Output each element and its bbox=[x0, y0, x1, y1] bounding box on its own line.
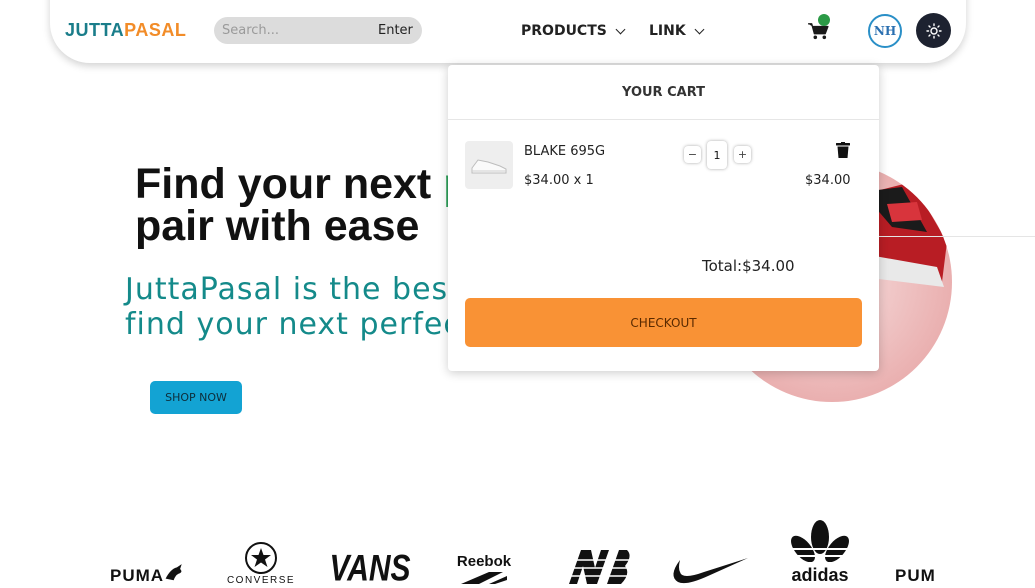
hero-subtitle-line2: find your next perfect bbox=[125, 307, 474, 342]
puma-logo: PUMA bbox=[110, 560, 185, 586]
quantity-decrease-button[interactable]: − bbox=[684, 146, 701, 163]
hero-title: Find your next p pair with ease bbox=[135, 160, 469, 250]
cart-header: YOUR CART bbox=[448, 65, 879, 120]
avatar[interactable]: NH bbox=[868, 14, 902, 48]
logo-part-2: PASAL bbox=[124, 20, 187, 40]
cart-count-badge bbox=[818, 14, 830, 26]
adidas-logo-text: adidas bbox=[791, 565, 849, 585]
sun-icon bbox=[925, 22, 942, 39]
logo-part-1: JUTTA bbox=[65, 20, 125, 40]
theme-toggle-button[interactable] bbox=[916, 13, 951, 48]
trash-icon[interactable] bbox=[836, 142, 850, 158]
sneaker-thumbnail-icon bbox=[471, 159, 507, 174]
adidas-logo: adidas bbox=[776, 519, 864, 586]
cart-item-price-qty: $34.00 x 1 bbox=[524, 173, 594, 188]
search-enter-button[interactable]: Enter bbox=[378, 23, 413, 38]
nike-swoosh-icon bbox=[673, 558, 748, 584]
link-menu[interactable]: LINK bbox=[649, 23, 705, 39]
quantity-value: 1 bbox=[707, 141, 727, 169]
puma-logo-text: PUMA bbox=[110, 566, 165, 585]
products-menu-label: PRODUCTS bbox=[521, 23, 607, 39]
converse-logo: CONVERSE bbox=[222, 541, 300, 586]
new-balance-logo bbox=[560, 548, 632, 586]
puma-cat-icon bbox=[165, 564, 182, 581]
adidas-trefoil-icon bbox=[788, 520, 852, 564]
vans-logo: VANS bbox=[329, 548, 410, 588]
checkout-button[interactable]: CHECKOUT bbox=[465, 298, 862, 347]
puma-logo-repeat: PUMA bbox=[895, 560, 936, 586]
new-balance-nb-icon bbox=[561, 550, 631, 584]
brand-logos-row: PUMA CONVERSE VANS Reebok adidas PUM bbox=[100, 518, 936, 588]
converse-logo-text: CONVERSE bbox=[226, 575, 296, 586]
puma-logo-text: PUMA bbox=[895, 566, 936, 585]
cart-item-name: BLAKE 695G bbox=[524, 144, 606, 159]
cart-item-line-total: $34.00 bbox=[805, 173, 851, 188]
chevron-down-icon bbox=[694, 24, 705, 34]
reebok-vector-icon bbox=[461, 572, 507, 584]
hero-title-line2: pair with ease bbox=[135, 202, 420, 250]
search-bar: Enter bbox=[214, 17, 422, 44]
hero-title-line1: Find your next bbox=[135, 160, 444, 208]
search-input[interactable] bbox=[214, 23, 374, 38]
reebok-logo: Reebok bbox=[450, 553, 518, 586]
quantity-increase-button[interactable]: + bbox=[734, 146, 751, 163]
hero-subtitle: JuttaPasal is the bes find your next per… bbox=[125, 272, 474, 342]
reebok-logo-text: Reebok bbox=[456, 553, 512, 570]
chevron-down-icon bbox=[615, 24, 626, 34]
hero-subtitle-line1: JuttaPasal is the bes bbox=[125, 272, 449, 307]
converse-star-icon bbox=[245, 542, 277, 574]
navbar: JUTTAPASAL Enter PRODUCTS LINK NH bbox=[50, 0, 966, 63]
site-logo[interactable]: JUTTAPASAL bbox=[65, 20, 186, 41]
cart-dropdown: YOUR CART BLAKE 695G $34.00 x 1 − 1 + $3… bbox=[448, 65, 879, 371]
nike-logo bbox=[667, 550, 749, 586]
vans-logo-text: VANS bbox=[329, 547, 411, 588]
products-menu[interactable]: PRODUCTS bbox=[521, 23, 626, 39]
shop-now-button[interactable]: SHOP NOW bbox=[150, 381, 242, 414]
cart-total: Total:$34.00 bbox=[702, 257, 795, 275]
link-menu-label: LINK bbox=[649, 23, 686, 39]
avatar-initials: NH bbox=[873, 24, 897, 38]
cart-item-thumbnail bbox=[465, 141, 513, 189]
